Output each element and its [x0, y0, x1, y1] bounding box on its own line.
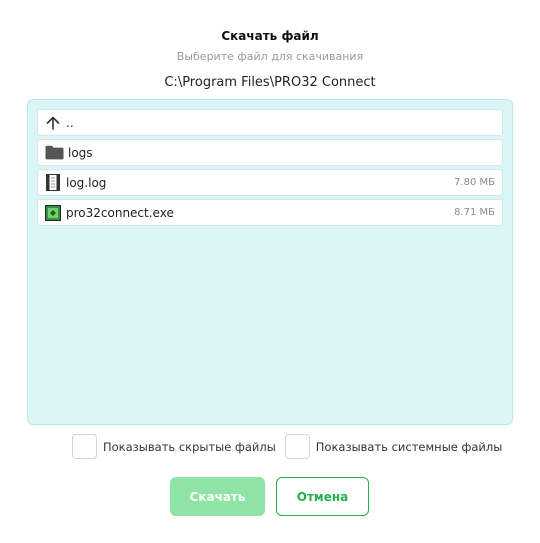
file-name: .. — [66, 115, 74, 130]
download-button[interactable]: Скачать — [170, 477, 265, 516]
file-visibility-options: Показывать скрытые файлы Показывать сист… — [72, 434, 511, 459]
show-system-checkbox[interactable] — [284, 434, 310, 459]
page-subtitle: Выберите файл для скачивания — [176, 50, 364, 63]
file-size: 7.80 МБ — [454, 177, 495, 188]
show-hidden-checkbox[interactable] — [72, 434, 97, 459]
show-hidden-option[interactable]: Показывать скрытые файлы — [72, 434, 276, 459]
cancel-button[interactable]: Отмена — [276, 477, 369, 516]
file-size: 8.71 МБ — [454, 207, 495, 218]
file-list-panel: .. logs log.log 7.80 МБ pro32connect.exe… — [27, 99, 513, 425]
file-row-folder[interactable]: logs — [37, 139, 503, 166]
show-system-label: Показывать системные файлы — [315, 439, 503, 454]
file-row-exe[interactable]: pro32connect.exe 8.71 МБ — [37, 199, 503, 226]
file-name: log.log — [66, 175, 107, 190]
file-name: pro32connect.exe — [66, 205, 174, 220]
arrow-up-icon — [44, 114, 62, 132]
current-path: C:\Program Files\PRO32 Connect — [164, 75, 376, 90]
page-title: Скачать файл — [221, 29, 319, 43]
show-hidden-label: Показывать скрытые файлы — [103, 439, 276, 454]
exe-app-icon — [44, 204, 62, 222]
file-row-log[interactable]: log.log 7.80 МБ — [37, 169, 503, 196]
file-name: logs — [68, 145, 93, 160]
file-row-parent[interactable]: .. — [37, 109, 503, 136]
file-log-icon — [44, 174, 62, 192]
show-system-option[interactable]: Показывать системные файлы — [284, 434, 503, 459]
folder-icon — [44, 144, 64, 162]
